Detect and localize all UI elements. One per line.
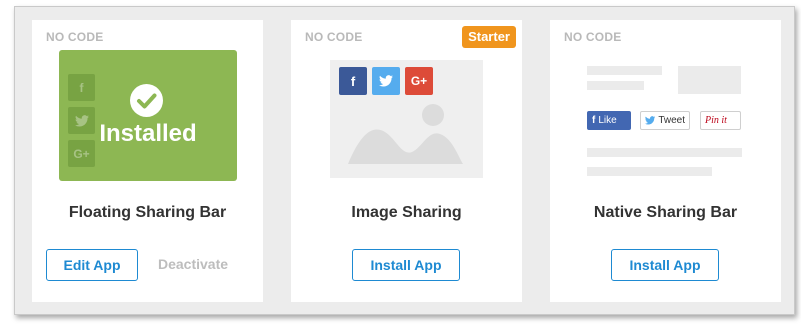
checkmark-icon <box>130 84 163 117</box>
image-placeholder <box>678 66 741 94</box>
twitter-icon <box>645 116 656 125</box>
text-line-placeholder <box>587 167 712 176</box>
text-line-placeholder <box>587 66 662 75</box>
deactivate-link[interactable]: Deactivate <box>158 256 228 272</box>
install-app-button[interactable]: Install App <box>352 249 460 281</box>
installed-label: Installed <box>99 120 197 147</box>
app-title: Native Sharing Bar <box>593 204 738 221</box>
install-app-button[interactable]: Install App <box>611 249 719 281</box>
app-card-native-sharing-bar: NO CODE f Like Tweet Pin it Native Shari… <box>550 20 781 302</box>
edit-app-button[interactable]: Edit App <box>46 249 138 281</box>
app-card-floating-sharing-bar: NO CODE f G+ Installed Floating Sharing … <box>32 20 263 302</box>
app-gallery: NO CODE f G+ Installed Floating Sharing … <box>14 6 795 315</box>
app-title: Image Sharing <box>351 204 462 221</box>
facebook-like-button: f Like <box>587 111 631 130</box>
no-code-tag: NO CODE <box>46 30 104 44</box>
starter-badge: Starter <box>462 26 516 48</box>
text-line-placeholder <box>587 81 644 90</box>
facebook-icon: f <box>592 115 596 126</box>
pinterest-pin-button: Pin it <box>700 111 741 130</box>
text-line-placeholder <box>587 148 742 157</box>
no-code-tag: NO CODE <box>564 30 622 44</box>
installed-preview: f G+ Installed <box>59 50 237 181</box>
tweet-button: Tweet <box>640 111 690 130</box>
app-card-image-sharing: NO CODE Starter f G+ Image Sharing Insta… <box>291 20 522 302</box>
no-code-tag: NO CODE <box>305 30 363 44</box>
facebook-icon: f <box>68 74 95 101</box>
image-placeholder: f G+ <box>330 60 483 178</box>
app-title: Floating Sharing Bar <box>68 204 227 221</box>
landscape-image-icon <box>348 104 463 164</box>
